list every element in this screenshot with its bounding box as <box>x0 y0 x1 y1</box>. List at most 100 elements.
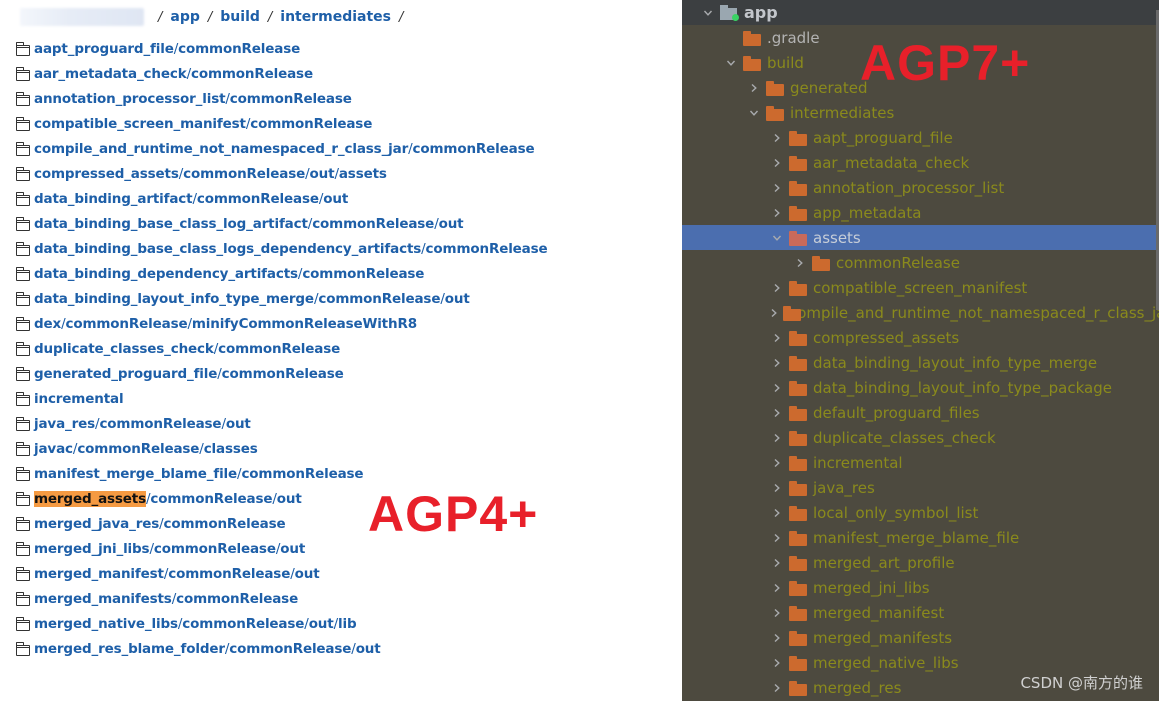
path-segment[interactable]: javac <box>34 441 73 457</box>
chevron-right-icon[interactable] <box>769 280 785 296</box>
tree-node-compatible-screen-manifest[interactable]: compatible_screen_manifest <box>682 275 1159 300</box>
path-segment[interactable]: merged_native_libs <box>34 616 178 632</box>
chevron-down-icon[interactable] <box>769 230 785 246</box>
tree-node-compressed-assets[interactable]: compressed_assets <box>682 325 1159 350</box>
path-segment[interactable]: out <box>356 641 381 657</box>
path-segment[interactable]: out <box>280 541 305 557</box>
path-segment[interactable]: lib <box>338 616 357 632</box>
path-segment[interactable]: commonRelease <box>222 366 344 382</box>
path-segment[interactable]: commonRelease <box>176 591 298 607</box>
directory-list-item[interactable]: duplicate_classes_check / commonRelease <box>15 336 548 361</box>
path-segment[interactable]: commonRelease <box>302 266 424 282</box>
path-segment[interactable]: commonRelease <box>65 316 187 332</box>
chevron-right-icon[interactable] <box>792 255 808 271</box>
path-segment[interactable]: data_binding_base_class_logs_dependency_… <box>34 241 421 257</box>
path-segment[interactable]: out <box>445 291 470 307</box>
tree-node-generated[interactable]: generated <box>682 75 1159 100</box>
breadcrumb-build[interactable]: build <box>220 9 260 25</box>
directory-list-item[interactable]: compressed_assets / commonRelease / out / asse… <box>15 161 548 186</box>
path-segment[interactable]: commonRelease <box>250 116 372 132</box>
chevron-right-icon[interactable] <box>769 180 785 196</box>
path-segment[interactable]: commonRelease <box>168 566 290 582</box>
tree-node-aapt-proguard-file[interactable]: aapt_proguard_file <box>682 125 1159 150</box>
path-segment[interactable]: commonRelease <box>413 141 535 157</box>
directory-list-item[interactable]: compatible_screen_manifest / commonRelease <box>15 111 548 136</box>
directory-list-item[interactable]: merged_native_libs / commonRelease / out / lib <box>15 611 548 636</box>
chevron-right-icon[interactable] <box>769 505 785 521</box>
path-segment[interactable]: commonRelease <box>164 516 286 532</box>
path-segment[interactable]: data_binding_layout_info_type_merge <box>34 291 314 307</box>
tree-node-app[interactable]: app <box>682 0 1159 25</box>
path-segment[interactable]: out <box>310 166 335 182</box>
chevron-right-icon[interactable] <box>769 605 785 621</box>
chevron-right-icon[interactable] <box>769 480 785 496</box>
tree-node-java-res[interactable]: java_res <box>682 475 1159 500</box>
chevron-right-icon[interactable] <box>769 555 785 571</box>
path-segment[interactable]: commonRelease <box>312 216 434 232</box>
path-segment[interactable]: commonRelease <box>241 466 363 482</box>
path-segment[interactable]: minifyCommonReleaseWithR8 <box>192 316 417 332</box>
path-segment[interactable]: commonRelease <box>178 41 300 57</box>
path-segment[interactable]: out <box>277 491 302 507</box>
directory-list-item[interactable]: aapt_proguard_file / commonRelease <box>15 36 548 61</box>
chevron-right-icon[interactable] <box>769 330 785 346</box>
directory-list-item[interactable]: java_res / commonRelease / out <box>15 411 548 436</box>
path-segment[interactable]: classes <box>204 441 258 457</box>
tree-node-annotation-processor-list[interactable]: annotation_processor_list <box>682 175 1159 200</box>
chevron-right-icon[interactable] <box>769 430 785 446</box>
path-segment[interactable]: data_binding_dependency_artifacts <box>34 266 298 282</box>
directory-list-item[interactable]: data_binding_base_class_logs_dependency_… <box>15 236 548 261</box>
path-segment[interactable]: out <box>295 566 320 582</box>
path-segment[interactable]: duplicate_classes_check <box>34 341 214 357</box>
path-segment[interactable]: aar_metadata_check <box>34 66 187 82</box>
tree-node-merged-art-profile[interactable]: merged_art_profile <box>682 550 1159 575</box>
chevron-right-icon[interactable] <box>769 530 785 546</box>
path-segment[interactable]: compile_and_runtime_not_namespaced_r_cla… <box>34 141 408 157</box>
tree-node-local-only-symbol-list[interactable]: local_only_symbol_list <box>682 500 1159 525</box>
path-segment[interactable]: out <box>439 216 464 232</box>
directory-list-item[interactable]: dex / commonRelease / minifyCommonReleaseWit… <box>15 311 548 336</box>
chevron-right-icon[interactable] <box>769 130 785 146</box>
chevron-right-icon[interactable] <box>769 355 785 371</box>
path-segment[interactable]: out <box>323 191 348 207</box>
path-segment[interactable]: data_binding_artifact <box>34 191 193 207</box>
tree-node-app-metadata[interactable]: app_metadata <box>682 200 1159 225</box>
tree-node-assets[interactable]: assets <box>682 225 1159 250</box>
path-segment[interactable]: commonRelease <box>182 616 304 632</box>
tree-node-compile-and-runtime-not-namespaced-r-class-jar[interactable]: compile_and_runtime_not_namespaced_r_cla… <box>682 300 1159 325</box>
tree-node-duplicate-classes-check[interactable]: duplicate_classes_check <box>682 425 1159 450</box>
directory-list-item[interactable]: incremental <box>15 386 548 411</box>
tree-node-incremental[interactable]: incremental <box>682 450 1159 475</box>
highlighted-path-segment[interactable]: merged_assets <box>34 490 146 507</box>
path-segment[interactable]: out <box>309 616 334 632</box>
path-segment[interactable]: commonRelease <box>183 166 305 182</box>
path-segment[interactable]: assets <box>339 166 387 182</box>
path-segment[interactable]: dex <box>34 316 61 332</box>
tree-node-data-binding-layout-info-type-package[interactable]: data_binding_layout_info_type_package <box>682 375 1159 400</box>
path-segment[interactable]: commonRelease <box>154 541 276 557</box>
path-segment[interactable]: commonRelease <box>218 341 340 357</box>
path-segment[interactable]: commonRelease <box>197 191 319 207</box>
tree-node-aar-metadata-check[interactable]: aar_metadata_check <box>682 150 1159 175</box>
chevron-right-icon[interactable] <box>769 305 779 321</box>
breadcrumb-intermediates[interactable]: intermediates <box>280 9 391 25</box>
tree-node-commonRelease[interactable]: commonRelease <box>682 250 1159 275</box>
path-segment[interactable]: compatible_screen_manifest <box>34 116 246 132</box>
path-segment[interactable]: merged_java_res <box>34 516 159 532</box>
path-segment[interactable]: commonRelease <box>191 66 313 82</box>
path-segment[interactable]: out <box>226 416 251 432</box>
chevron-right-icon[interactable] <box>769 580 785 596</box>
path-segment[interactable]: incremental <box>34 391 124 407</box>
path-segment[interactable]: aapt_proguard_file <box>34 41 174 57</box>
chevron-right-icon[interactable] <box>769 380 785 396</box>
directory-list-item[interactable]: data_binding_base_class_log_artifact / com… <box>15 211 548 236</box>
directory-list-item[interactable]: merged_manifest / commonRelease / out <box>15 561 548 586</box>
chevron-right-icon[interactable] <box>746 80 762 96</box>
path-segment[interactable]: merged_res_blame_folder <box>34 641 225 657</box>
directory-list-item[interactable]: annotation_processor_list / commonRelease <box>15 86 548 111</box>
tree-node-gradle[interactable]: .gradle <box>682 25 1159 50</box>
directory-list-item[interactable]: merged_manifests / commonRelease <box>15 586 548 611</box>
chevron-down-icon[interactable] <box>723 55 739 71</box>
directory-list-item[interactable]: javac / commonRelease / classes <box>15 436 548 461</box>
directory-list-item[interactable]: manifest_merge_blame_file / commonRelease <box>15 461 548 486</box>
